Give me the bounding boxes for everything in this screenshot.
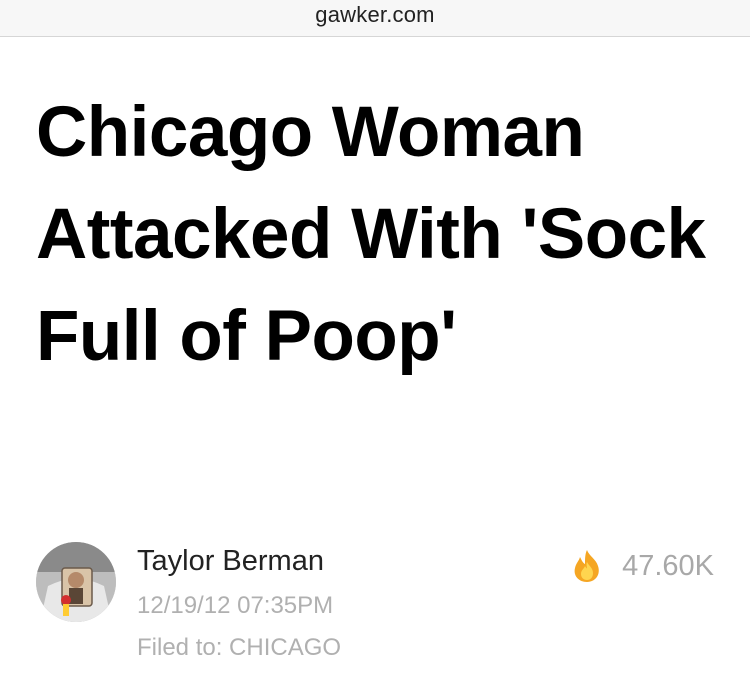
post-timestamp: 12/19/12 07:35PM bbox=[137, 592, 334, 619]
flame-icon bbox=[574, 550, 599, 582]
article-byline: Taylor Berman 12/19/12 07:35PM Filed to:… bbox=[36, 542, 726, 672]
views-count: 47.60K bbox=[622, 549, 714, 582]
article-headline: Chicago Woman Attacked With 'Sock Full o… bbox=[36, 93, 706, 376]
author-avatar[interactable] bbox=[36, 542, 116, 622]
browser-url-bar[interactable]: gawker.com bbox=[0, 0, 750, 37]
author-name[interactable]: Taylor Berman bbox=[137, 545, 324, 578]
url-text[interactable]: gawker.com bbox=[315, 2, 434, 28]
view-count: 47.60K bbox=[572, 546, 714, 586]
filed-to-category[interactable]: Filed to: CHICAGO bbox=[137, 634, 341, 662]
avatar-image bbox=[36, 542, 116, 622]
